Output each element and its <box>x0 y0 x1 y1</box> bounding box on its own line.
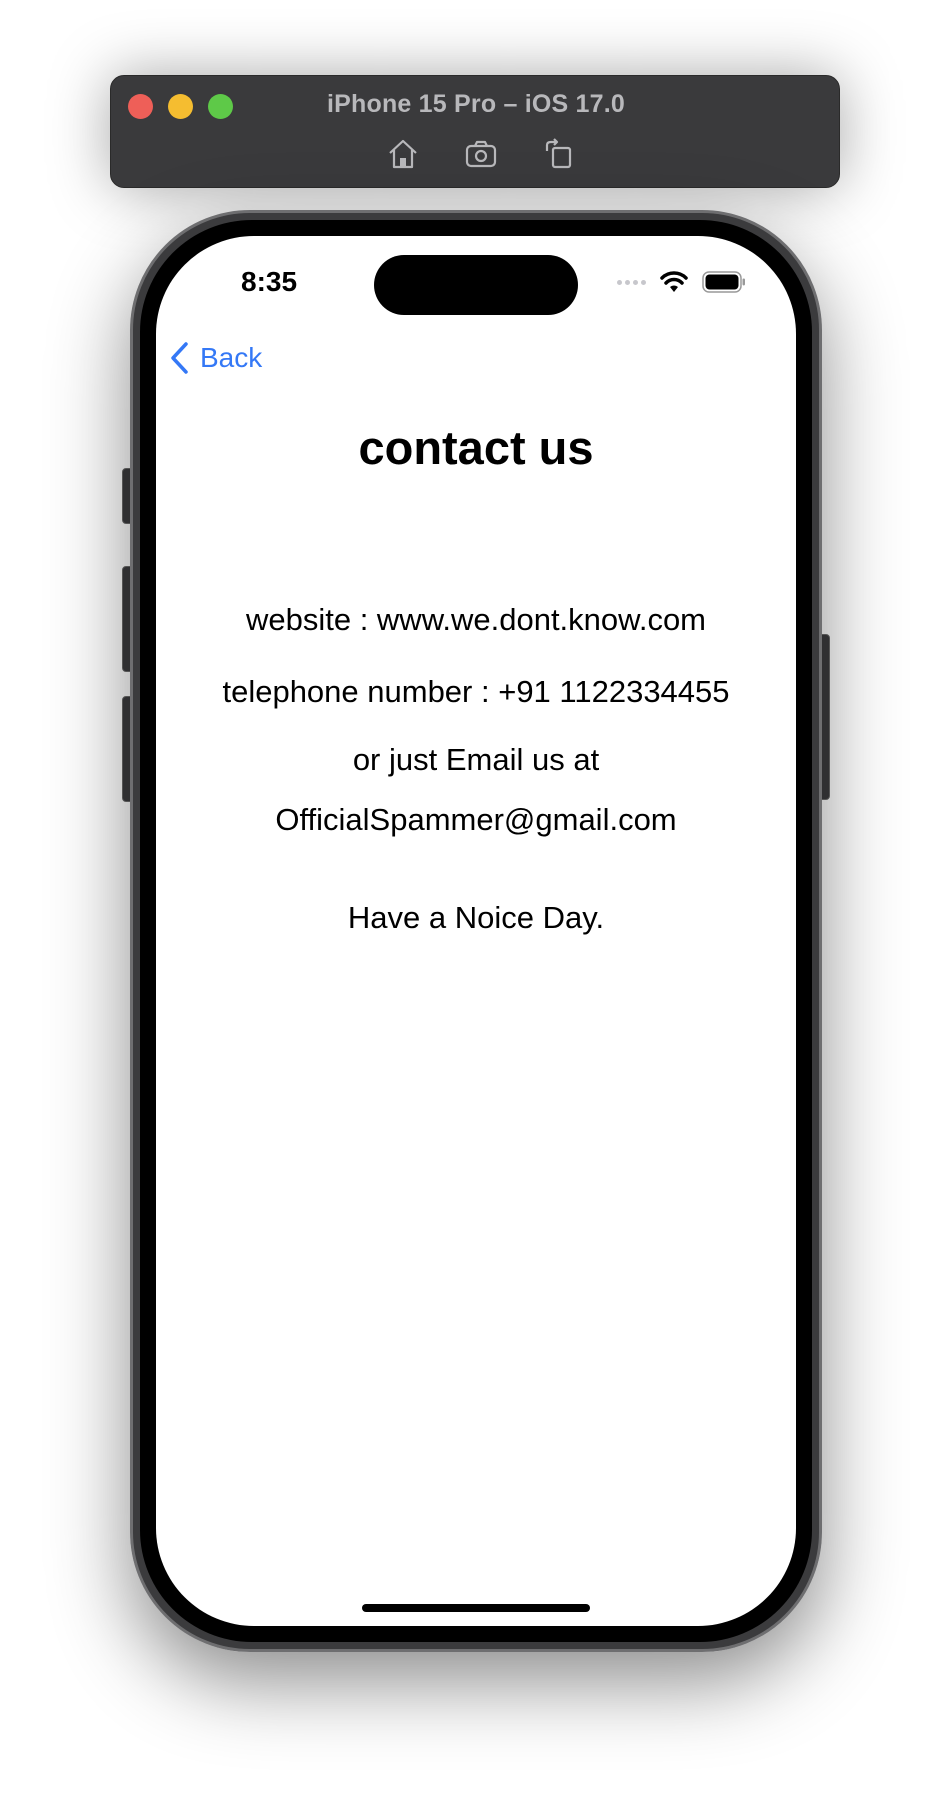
back-button[interactable]: Back <box>168 338 262 378</box>
cellular-signal-icon <box>617 279 646 285</box>
chevron-left-icon <box>171 342 188 374</box>
status-icons <box>617 270 746 294</box>
website-text: website : www.we.dont.know.com <box>245 602 707 637</box>
simulator-titlebar: iPhone 15 Pro – iOS 17.0 <box>110 75 840 188</box>
wifi-icon <box>660 271 688 292</box>
screenshot-button[interactable] <box>461 134 501 174</box>
camera-icon <box>465 140 497 168</box>
rotate-icon <box>545 138 572 169</box>
email-prompt-text: or just Email us at <box>352 742 600 777</box>
email-text: OfficialSpammer@gmail.com <box>275 802 677 837</box>
battery-icon <box>702 271 745 293</box>
back-label: Back <box>200 342 263 373</box>
page-title: contact us <box>358 421 594 474</box>
dynamic-island <box>374 255 578 315</box>
farewell-text: Have a Noice Day. <box>347 900 605 935</box>
rotate-button[interactable] <box>539 134 579 174</box>
phone-screen: 8:35 Back contact us website : www.we.do… <box>156 236 796 1626</box>
home-button[interactable] <box>383 134 423 174</box>
home-indicator[interactable] <box>362 1604 590 1612</box>
status-time: 8:35 <box>241 266 298 297</box>
simulator-title: iPhone 15 Pro – iOS 17.0 <box>327 90 625 118</box>
telephone-text: telephone number : +91 1122334455 <box>222 674 730 709</box>
home-icon <box>389 139 417 169</box>
